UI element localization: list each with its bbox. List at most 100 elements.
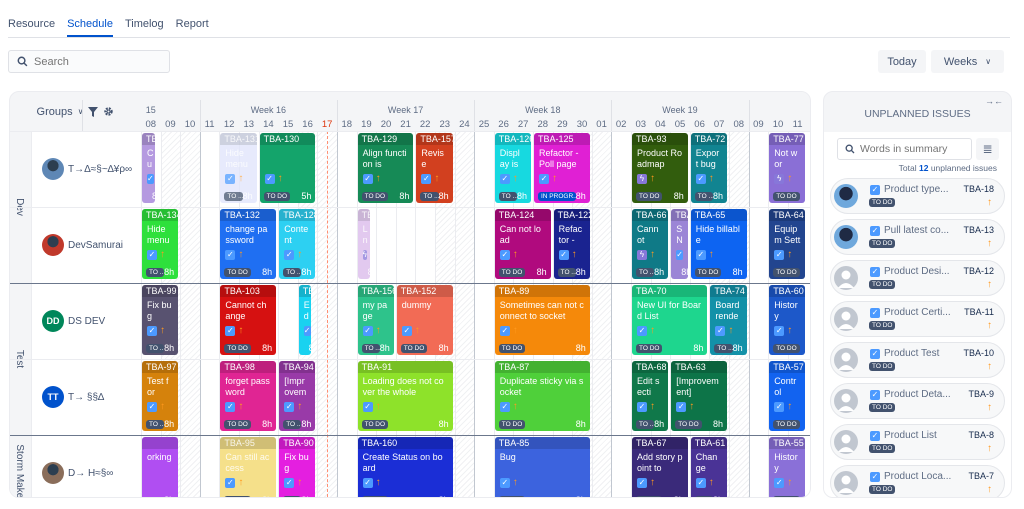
task-icons: ✓ (299, 323, 312, 337)
task-card[interactable]: TBA-85 Bug ✓↑ TO DO 8h (494, 437, 590, 497)
unplanned-issue-item[interactable]: ✓ Pull latest co... TO DO TBA-13 ↑ (830, 219, 1005, 255)
task-card[interactable]: TBA-67 Add story point to ✓↑ TO DO 8h (632, 437, 688, 497)
task-card[interactable]: TBA-72 Expor t bug ✓ ↑ TO ... 8h (690, 133, 727, 203)
today-button[interactable]: Today (878, 50, 926, 73)
task-card[interactable]: TBA-124 Can not load ✓ ↑ TO DO 8h (494, 209, 551, 279)
task-card[interactable]: TBA-132 change password ✓ ↑ TO DO 8h (220, 209, 277, 279)
task-card[interactable]: TBA-128 Conte nt ✓ ↑ TO ... 8h (279, 209, 316, 279)
priority-high-icon: ↑ (512, 401, 518, 412)
tab-timelog[interactable]: Timelog (125, 18, 164, 37)
task-card[interactable]: TBA-66 Cann ot ϟ ↑ TO ... 8h (632, 209, 669, 279)
task-card[interactable]: TBA-126 Displ ay is ✓ ↑ TO ... 8h (494, 133, 531, 203)
unplanned-issue-item[interactable]: ✓ Product List TO DO TBA-8 ↑ (830, 424, 1005, 460)
status-badge: TO ... (283, 267, 302, 277)
task-title: Add story point to (637, 452, 683, 473)
issue-summary: Product Loca... (884, 471, 952, 482)
view-select[interactable]: Weeks ∨ (931, 50, 1004, 73)
resource-row-header[interactable]: DD DS DEV (32, 283, 141, 359)
task-card[interactable]: TBA L n ϟ8h (357, 209, 371, 279)
task-card[interactable]: TBA-89 Sometimes can not connect to socke… (494, 285, 590, 355)
task-title: S N (676, 224, 683, 245)
task-hours: 8h (575, 419, 586, 429)
task-card[interactable]: TBA-122 Refac tor - ✓ ↑ TO ... 8h (553, 209, 590, 279)
task-key: TBA (142, 133, 155, 145)
task-card[interactable]: TBA-64Equipm Setting✓↑TO DO (769, 209, 806, 279)
task-key: TBA-61 (690, 437, 727, 449)
unplanned-issue-item[interactable]: ✓ Product type... TO DO TBA-18 ↑ (830, 178, 1005, 214)
task-card[interactable]: TBA-98 forget password ✓ ↑ TO DO 8h (220, 361, 277, 431)
unplanned-issue-item[interactable]: ✓ Product Loca... TO DO TBA-7 ↑ (830, 465, 1005, 497)
tab-report[interactable]: Report (176, 18, 209, 37)
task-title: Sometimes can not connect to socket (499, 300, 584, 321)
task-type-icon: ✓ (539, 174, 549, 184)
task-card[interactable]: TBA-157 Revis e ✓ ↑ TO ... 8h (416, 133, 453, 203)
task-card[interactable]: TBA-60 History ✓ ↑ TO DO (769, 285, 806, 355)
task-card[interactable]: TBA-152 dummy ✓ ↑ TO DO 8h (396, 285, 453, 355)
unplanned-issue-item[interactable]: ✓ Product Certi... TO DO TBA-11 ↑ (830, 301, 1005, 337)
task-card[interactable]: TBA-68 Edit secti ✓ ↑ TO ... 8h (632, 361, 669, 431)
task-card[interactable]: TBA-57 Control ✓ ↑ TO DO (769, 361, 806, 431)
task-hours: 8h (301, 495, 311, 497)
status-badge: TO DO (773, 496, 800, 497)
task-card[interactable]: TBA S N ✓ 8h (671, 209, 688, 279)
task-key: TBA-60 (769, 285, 806, 297)
filter-button[interactable]: ≣ (976, 138, 999, 160)
task-card[interactable]: TBA-55 History ✓↑ TO DO (769, 437, 806, 497)
task-card[interactable]: TBA-70 New UI for Board List ✓ ↑ TO DO 8h (632, 285, 708, 355)
task-card[interactable]: TBA-94 [Impr ovem ✓ ↑ TO ... 8h (279, 361, 316, 431)
task-card[interactable]: TBA-97 Test for ✓ ↑ TO ... 8h (142, 361, 179, 431)
task-card[interactable]: TBA E d ✓ 8h (298, 285, 312, 355)
task-card[interactable]: TBA-95 Can still access ✓↑ TO DO 8h (220, 437, 277, 497)
task-icons: ✓ ↑ (554, 247, 590, 261)
task-card[interactable]: TBA-74 Board rende ✓ ↑ TO ... 8h (710, 285, 747, 355)
task-card[interactable]: TBA-125 Refactor - Poll page ✓ ↑ IN PROGR...… (534, 133, 590, 203)
task-card[interactable]: orking 8h (142, 437, 179, 497)
task-key: TBA-95 (220, 437, 277, 449)
task-hours: 8h (399, 191, 410, 201)
issue-summary: Pull latest co... (884, 225, 950, 236)
task-card[interactable]: TBA-65 Hide billable ✓ ↑ TO DO 8h (690, 209, 747, 279)
task-card[interactable]: TBA-90 Fix bug ✓↑ TO ...8h (279, 437, 316, 497)
resource-row-header[interactable]: T→Δ≈§~∆¥ρ∞ (32, 131, 141, 207)
unplanned-issue-item[interactable]: ✓ Product Test TO DO TBA-10 ↑ (830, 342, 1005, 378)
summary-search-input[interactable] (860, 143, 965, 155)
view-tabs: Resource Schedule Timelog Report (8, 18, 1010, 38)
resource-row-header[interactable]: D→ H≈§∞ (32, 435, 141, 497)
groups-label[interactable]: Groups (37, 106, 73, 118)
task-card[interactable]: TBA-160 Create Status on board ✓↑ TO DO 8h (357, 437, 453, 497)
resource-row-header[interactable]: DevSamurai (32, 207, 141, 283)
status-badge: TO DO (400, 343, 428, 353)
tab-resource[interactable]: Resource (8, 18, 55, 37)
status-badge: TO DO (498, 495, 526, 497)
resource-row-header[interactable]: TT T→ §§∆ (32, 359, 141, 435)
task-type-icon: ✓ (774, 402, 785, 412)
task-icons: ✓ ↑ (416, 171, 452, 185)
task-card[interactable]: TBA-99 Fix bug ✓ ↑ TO ... 8h (142, 285, 179, 355)
task-card[interactable]: TBA-130 ✓ ↑ TO DO 5h (259, 133, 316, 203)
task-card[interactable]: TBA-93 Product Roadmap ϟ ↑ TO DO 8h (632, 133, 688, 203)
task-card[interactable]: TBA-134 Hide menu ✓ ↑ TO ... 8h (142, 209, 179, 279)
search-input[interactable] (34, 55, 154, 68)
task-footer: 8h (146, 191, 155, 201)
task-card[interactable]: TBA-61 Chan ge ✓↑ TO ...8h (690, 437, 727, 497)
unplanned-issue-item[interactable]: ✓ Product Deta... TO DO TBA-9 ↑ (830, 383, 1005, 419)
task-card[interactable]: TBA-129 Align function is ✓ ↑ TO DO 8h (357, 133, 414, 203)
task-card[interactable]: TBA-103 Cannot change ✓ ↑ TO DO 8h (220, 285, 277, 355)
collapse-icon[interactable]: →← (985, 96, 1003, 106)
task-card[interactable]: TBA-91 Loading does not cover the whole ✓ ↑… (357, 361, 453, 431)
total-prefix: Total (898, 163, 919, 173)
unplanned-issue-item[interactable]: ✓ Product Desi... TO DO TBA-12 ↑ (830, 260, 1005, 296)
day-column (180, 131, 200, 497)
task-card[interactable]: TBA-156 my page ✓ ↑ TO ... 8h (357, 285, 394, 355)
tab-schedule[interactable]: Schedule (67, 18, 113, 37)
task-card[interactable]: TBA-87 Duplicate sticky via socket ✓ ↑ TO DO… (494, 361, 590, 431)
priority-high-icon: ↑ (238, 173, 244, 184)
task-card[interactable]: TBA-131 Hide menu ✓ ↑ TO ... 8h (220, 133, 257, 203)
task-card[interactable]: TBA-63 [Improvem ent] ✓ ↑ TO DO 8h (671, 361, 727, 431)
week-label: W (749, 105, 810, 115)
task-footer: TO ...8h (636, 419, 664, 429)
task-card[interactable]: TBA-77 Not wor ϟ ↑ TO DO (769, 133, 806, 203)
task-card[interactable]: TBA C u ✓ 8h (142, 133, 155, 203)
day-column (474, 131, 494, 497)
today-label: Today (887, 55, 917, 68)
